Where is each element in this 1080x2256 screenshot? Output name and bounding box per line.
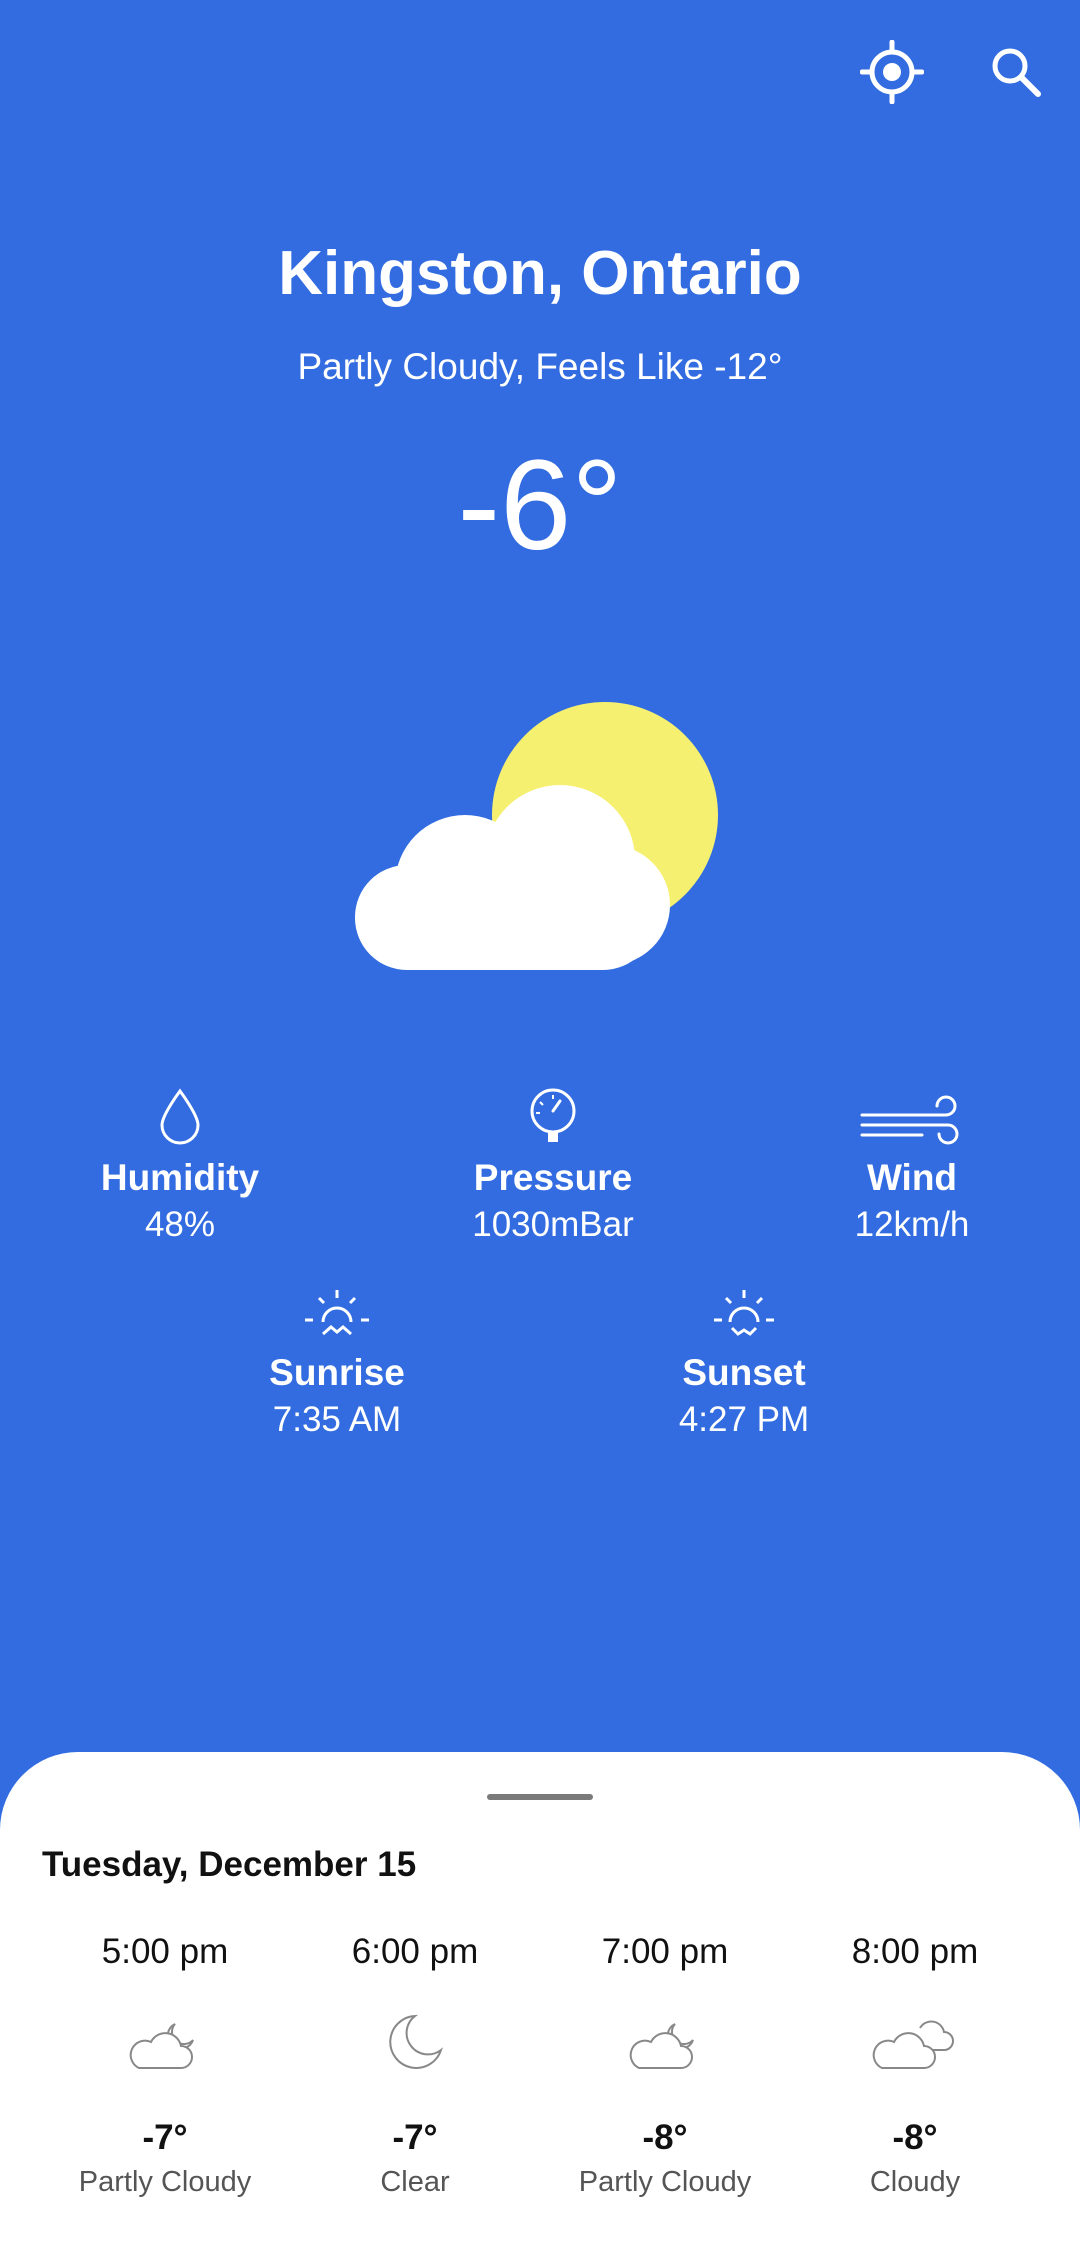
forecast-condition: Partly Cloudy <box>78 2166 252 2198</box>
sunrise-label: Sunrise <box>269 1352 405 1393</box>
hourly-forecast-list: 5:00 pm -7° Partly Cloudy 6:00 pm -7° Cl… <box>40 1932 1040 2199</box>
wind-label: Wind <box>866 1157 958 1198</box>
forecast-sheet[interactable]: Tuesday, December 15 5:00 pm -7° Partly … <box>0 1752 1080 2256</box>
forecast-time: 8:00 pm <box>851 1932 979 1971</box>
stat-sunset: Sunset 4:27 PM <box>594 1270 894 1440</box>
hourly-forecast-item: 8:00 pm -8° Cloudy <box>790 1932 1040 2199</box>
stat-humidity: Humidity 48% <box>30 1075 330 1245</box>
forecast-temp: -7° <box>392 2118 438 2157</box>
forecast-condition: Partly Cloudy <box>578 2166 752 2198</box>
pressure-value: 1030mBar <box>472 1205 634 1244</box>
humidity-value: 48% <box>144 1205 216 1244</box>
forecast-condition: Clear <box>380 2166 450 2198</box>
partly-cloudy-night-icon <box>129 2023 194 2069</box>
forecast-temp: -8° <box>892 2118 938 2157</box>
stat-pressure: Pressure 1030mBar <box>403 1075 703 1245</box>
search-button[interactable] <box>976 32 1056 112</box>
partly-cloudy-night-icon <box>629 2023 694 2069</box>
condition-summary: Partly Cloudy, Feels Like -12° <box>297 346 783 387</box>
hourly-forecast-item: 5:00 pm -7° Partly Cloudy <box>40 1932 290 2199</box>
sheet-drag-handle[interactable] <box>487 1794 593 1800</box>
forecast-temp: -7° <box>142 2118 188 2157</box>
crosshair-icon <box>860 40 924 104</box>
sunrise-icon <box>305 1290 369 1336</box>
wind-icon <box>860 1095 959 1145</box>
droplet-icon <box>160 1088 200 1145</box>
current-temperature: -6° <box>457 434 623 577</box>
forecast-date: Tuesday, December 15 <box>42 1845 417 1884</box>
top-bar <box>0 0 1080 140</box>
search-icon <box>992 48 1041 97</box>
forecast-temp: -8° <box>642 2118 688 2157</box>
humidity-label: Humidity <box>100 1157 260 1198</box>
stat-sunrise: Sunrise 7:35 AM <box>187 1270 487 1440</box>
partly-cloudy-day-icon <box>355 702 718 970</box>
pressure-label: Pressure <box>473 1157 633 1198</box>
hourly-forecast-item: 6:00 pm -7° Clear <box>290 1932 540 2199</box>
forecast-time: 7:00 pm <box>601 1932 729 1971</box>
forecast-time: 6:00 pm <box>351 1932 479 1971</box>
sunrise-value: 7:35 AM <box>272 1400 402 1439</box>
sunset-value: 4:27 PM <box>678 1400 810 1439</box>
stat-wind: Wind 12km/h <box>762 1075 1062 1245</box>
moon-icon <box>389 2014 443 2069</box>
sunset-label: Sunset <box>682 1352 806 1393</box>
cloudy-icon <box>872 2020 954 2069</box>
wind-value: 12km/h <box>854 1205 970 1244</box>
gauge-icon <box>530 1088 576 1142</box>
city-title: Kingston, Ontario <box>278 239 802 308</box>
hourly-forecast-item: 7:00 pm -8° Partly Cloudy <box>540 1932 790 2199</box>
sunset-icon <box>714 1290 774 1336</box>
forecast-time: 5:00 pm <box>101 1932 229 1971</box>
locate-button[interactable] <box>852 32 932 112</box>
forecast-condition: Cloudy <box>869 2166 961 2198</box>
